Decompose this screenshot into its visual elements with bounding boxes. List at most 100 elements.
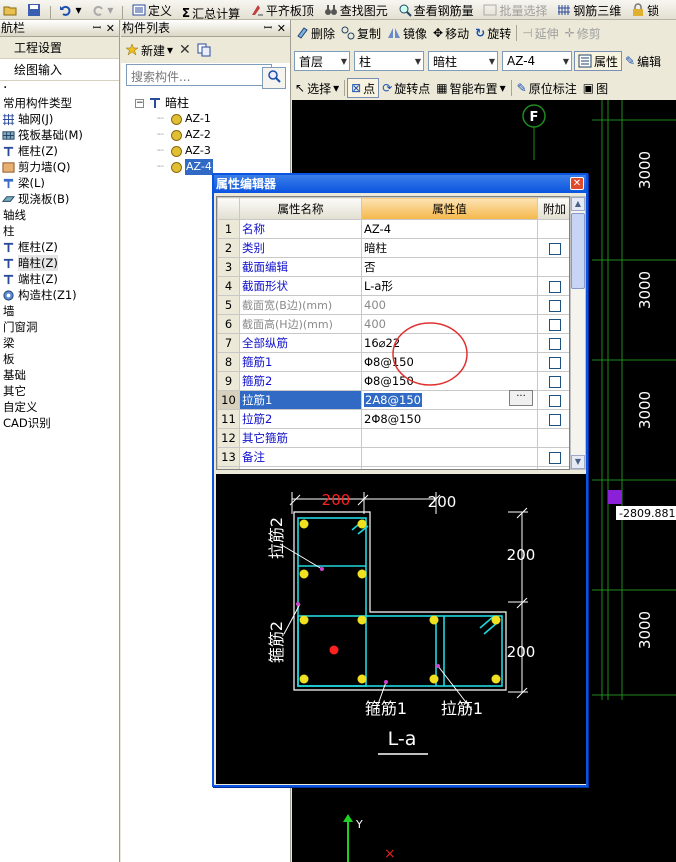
table-row[interactable]: 2 类别 暗柱 [217, 238, 569, 258]
edit-button[interactable]: ✎ 编辑 [622, 51, 664, 71]
extra-checkbox[interactable] [548, 356, 561, 369]
batch-select-button[interactable]: 批量选择 [480, 0, 550, 19]
tree-item[interactable]: ┈ AZ-2 [135, 127, 213, 143]
extra-checkbox[interactable] [548, 337, 561, 350]
nav-item-door-window-group[interactable]: 门窗洞 [0, 319, 119, 335]
sum-calc-button[interactable]: Σ 汇总计算 [179, 3, 243, 19]
table-row[interactable]: 3 截面编辑 否 [217, 257, 569, 277]
point-button[interactable]: ⊠ 点 [347, 78, 380, 98]
project-settings-button[interactable]: 工程设置 [0, 37, 119, 59]
subtype-select[interactable]: 暗柱 ▼ [428, 51, 498, 71]
extra-checkbox[interactable] [548, 280, 561, 293]
copy-icon[interactable] [197, 43, 211, 57]
nav-item-custom-group[interactable]: 自定义 [0, 399, 119, 415]
extra-checkbox[interactable] [548, 413, 561, 426]
table-row[interactable]: 4 截面形状 L-a形 [217, 276, 569, 296]
type-select[interactable]: 柱 ▼ [354, 51, 424, 71]
nav-item-beam[interactable]: 梁(L) [0, 175, 119, 191]
component-search-input[interactable]: 搜索构件... [126, 64, 272, 86]
properties-button[interactable]: 属性 [574, 51, 623, 71]
drawing-input-button[interactable]: 绘图输入 [0, 59, 119, 81]
tree-item[interactable]: ┈ AZ-1 [135, 111, 213, 127]
close-icon[interactable]: ✕ [106, 20, 115, 37]
nav-item-axis-line[interactable]: 轴线 [0, 207, 119, 223]
property-value[interactable]: AZ-4 [361, 219, 538, 239]
scroll-up-icon[interactable]: ▲ [571, 197, 585, 211]
collapse-icon[interactable]: − [135, 98, 144, 108]
tree-item[interactable]: ┈ AZ-3 [135, 143, 213, 159]
tree-item[interactable]: ┈ AZ-4 [135, 159, 213, 175]
nav-item-slab-group[interactable]: 板 [0, 351, 119, 367]
common-types-header[interactable]: 常用构件类型 [0, 95, 119, 111]
nav-item-frame-column[interactable]: 框柱(Z) [0, 143, 119, 159]
table-row[interactable]: 13 备注 [217, 447, 569, 467]
nav-item-structural-column[interactable]: 构造柱(Z1) [0, 287, 119, 303]
property-value-editor[interactable]: 2A8@150 [364, 393, 422, 407]
mirror-button[interactable]: 镜像 [384, 23, 430, 43]
property-value[interactable]: L-a形 [361, 276, 538, 296]
property-value[interactable] [361, 447, 538, 467]
close-icon[interactable]: ✕ [277, 20, 286, 37]
rotate-point-button[interactable]: ⟳ 旋转点 [379, 78, 433, 98]
nav-item-beam-group[interactable]: 梁 [0, 335, 119, 351]
table-row[interactable]: 14+其它属性 [217, 466, 569, 469]
floor-select[interactable]: 首层 ▼ [294, 51, 350, 71]
pin-icon[interactable]: ꟷ [93, 20, 101, 37]
extra-checkbox[interactable] [548, 318, 561, 331]
extra-checkbox[interactable] [548, 375, 561, 388]
select-button[interactable]: ↖ 选择 ▾ [292, 78, 342, 98]
define-button[interactable]: 定义 [129, 0, 175, 19]
nav-item-frame-column[interactable]: 框柱(Z) [0, 239, 119, 255]
extra-checkbox[interactable] [548, 299, 561, 312]
nav-item-wall-group[interactable]: 墙 [0, 303, 119, 319]
ellipsis-button[interactable]: ··· [509, 390, 533, 406]
redo-button[interactable]: ▾ [88, 0, 116, 19]
property-value[interactable] [361, 466, 538, 469]
pin-icon[interactable]: ꟷ [264, 20, 272, 37]
nav-item-axis-grid[interactable]: 轴网(J) [0, 111, 119, 127]
extend-button[interactable]: ⊣ 延伸 [519, 23, 561, 43]
open-button[interactable] [0, 0, 20, 19]
dialog-titlebar[interactable]: 属性编辑器 ✕ [214, 175, 586, 193]
delete-button[interactable]: 删除 [292, 23, 338, 43]
nav-item-cad-recognize[interactable]: CAD识别 [0, 415, 119, 431]
table-row[interactable]: 5 截面宽(B边)(mm) 400 [217, 295, 569, 315]
delete-icon[interactable]: ✕ [179, 42, 191, 58]
trim-button[interactable]: ✛ 修剪 [562, 23, 604, 43]
view-rebar-button[interactable]: 查看钢筋量 [395, 0, 477, 19]
nav-item-raft-foundation[interactable]: 筏板基础(M) [0, 127, 119, 143]
extra-checkbox[interactable] [548, 242, 561, 255]
rotate-button[interactable]: ↻ 旋转 [472, 23, 514, 43]
property-value[interactable] [361, 428, 538, 448]
table-row[interactable]: 11 拉筋2 2Φ8@150 [217, 409, 569, 429]
table-row[interactable]: 1 名称 AZ-4 [217, 219, 569, 239]
nav-item-cast-slab[interactable]: 现浇板(B) [0, 191, 119, 207]
scroll-down-icon[interactable]: ▼ [571, 455, 585, 469]
smart-place-button[interactable]: ▦ 智能布置 ▾ [433, 78, 508, 98]
property-value[interactable]: 暗柱 [361, 238, 538, 258]
rebar-3d-button[interactable]: 钢筋三维 [554, 0, 624, 19]
move-button[interactable]: ✥ 移动 [430, 23, 472, 43]
nav-item-other-group[interactable]: 其它 [0, 383, 119, 399]
lock-button[interactable]: 锁 [628, 0, 662, 19]
grid-scrollbar[interactable]: ▲ ▼ [570, 196, 586, 470]
copy-button[interactable]: 复制 [338, 23, 384, 43]
table-row[interactable]: 12 其它箍筋 [217, 428, 569, 448]
component-select[interactable]: AZ-4 ▼ [502, 51, 572, 71]
extra-checkbox[interactable] [548, 394, 561, 407]
origin-mark-button[interactable]: ✎ 原位标注 [514, 78, 580, 98]
property-value[interactable]: 400 [361, 295, 538, 315]
scroll-thumb[interactable] [571, 213, 585, 289]
align-slab-top-button[interactable]: 平齐板顶 [247, 0, 317, 19]
picture-button[interactable]: ▣ 图 [580, 78, 611, 98]
property-value[interactable]: 2Φ8@150 [361, 409, 538, 429]
nav-item-column-group[interactable]: 柱 [0, 223, 119, 239]
save-button[interactable] [24, 0, 44, 19]
find-element-button[interactable]: 查找图元 [321, 0, 391, 19]
nav-item-end-column[interactable]: 端柱(Z) [0, 271, 119, 287]
nav-item-foundation-group[interactable]: 基础 [0, 367, 119, 383]
search-button[interactable] [262, 67, 286, 89]
close-icon[interactable]: ✕ [570, 177, 584, 190]
extra-checkbox[interactable] [548, 451, 561, 464]
nav-item-hidden-column[interactable]: 暗柱(Z) [0, 255, 119, 271]
